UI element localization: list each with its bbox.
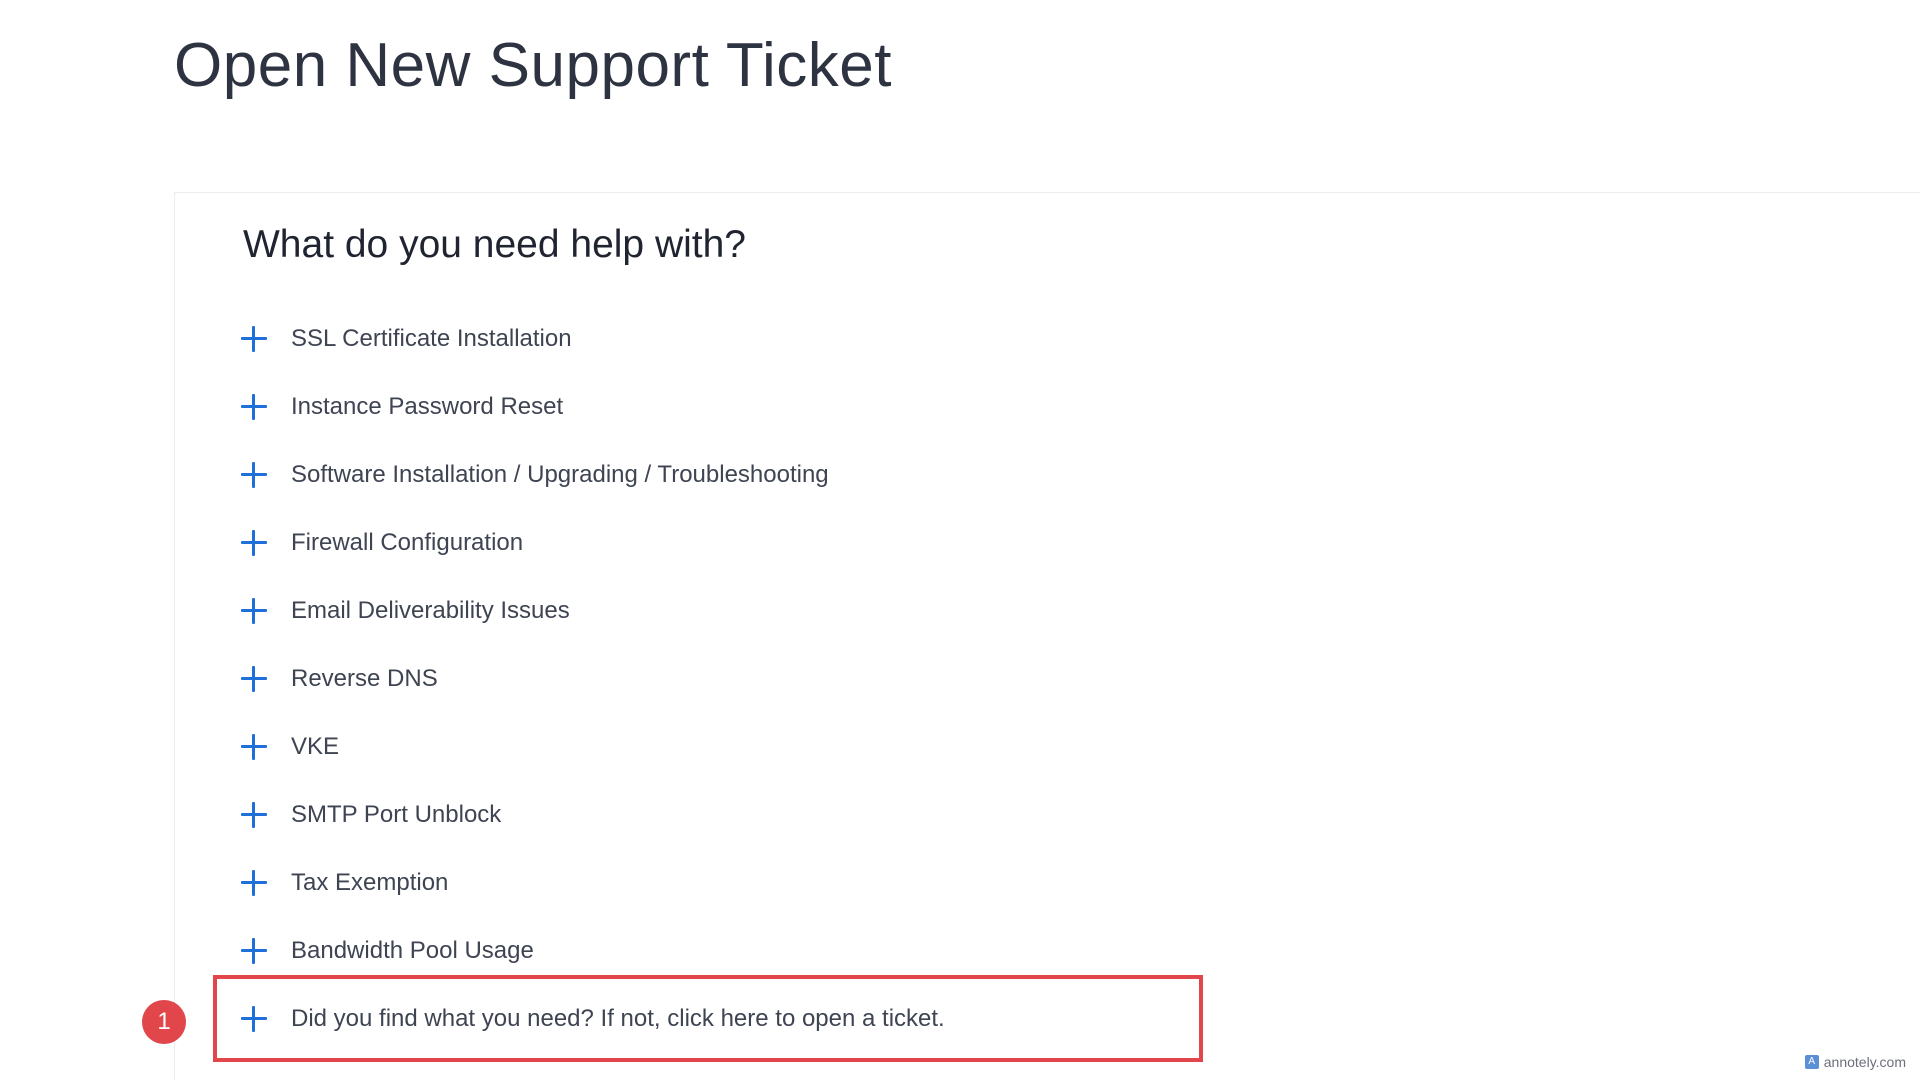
topic-vke[interactable]: VKE	[241, 713, 945, 781]
plus-icon	[241, 802, 267, 828]
topic-label: Bandwidth Pool Usage	[291, 937, 534, 964]
watermark: A annotely.com	[1804, 1054, 1906, 1070]
topic-label: Email Deliverability Issues	[291, 597, 570, 624]
topic-reverse-dns[interactable]: Reverse DNS	[241, 645, 945, 713]
plus-icon	[241, 394, 267, 420]
plus-icon	[241, 938, 267, 964]
panel-heading: What do you need help with?	[243, 223, 747, 266]
plus-icon	[241, 462, 267, 488]
help-topics-panel: What do you need help with? SSL Certific…	[174, 192, 1920, 1080]
topic-label: Software Installation / Upgrading / Trou…	[291, 461, 829, 488]
topic-bandwidth-pool-usage[interactable]: Bandwidth Pool Usage	[241, 917, 945, 985]
topic-ssl-certificate-installation[interactable]: SSL Certificate Installation	[241, 305, 945, 373]
watermark-text: annotely.com	[1823, 1054, 1906, 1070]
topic-label: Did you find what you need? If not, clic…	[291, 1005, 945, 1032]
topic-firewall-configuration[interactable]: Firewall Configuration	[241, 509, 945, 577]
topic-label: SSL Certificate Installation	[291, 325, 572, 352]
plus-icon	[241, 870, 267, 896]
topic-open-ticket[interactable]: Did you find what you need? If not, clic…	[241, 985, 945, 1053]
annotation-step-badge: 1	[142, 1000, 186, 1044]
topic-label: Tax Exemption	[291, 869, 449, 896]
topic-software-installation[interactable]: Software Installation / Upgrading / Trou…	[241, 441, 945, 509]
annotely-logo-icon: A	[1804, 1055, 1819, 1069]
plus-icon	[241, 666, 267, 692]
page-title: Open New Support Ticket	[174, 31, 892, 100]
plus-icon	[241, 1006, 267, 1032]
topic-instance-password-reset[interactable]: Instance Password Reset	[241, 373, 945, 441]
plus-icon	[241, 598, 267, 624]
topic-label: VKE	[291, 733, 340, 760]
topic-email-deliverability[interactable]: Email Deliverability Issues	[241, 577, 945, 645]
topic-tax-exemption[interactable]: Tax Exemption	[241, 849, 945, 917]
topic-label: Reverse DNS	[291, 665, 438, 692]
topic-label: SMTP Port Unblock	[291, 801, 502, 828]
plus-icon	[241, 326, 267, 352]
topic-label: Firewall Configuration	[291, 529, 524, 556]
help-topic-list: SSL Certificate Installation Instance Pa…	[241, 305, 945, 1053]
plus-icon	[241, 530, 267, 556]
plus-icon	[241, 734, 267, 760]
topic-label: Instance Password Reset	[291, 393, 564, 420]
topic-smtp-port-unblock[interactable]: SMTP Port Unblock	[241, 781, 945, 849]
